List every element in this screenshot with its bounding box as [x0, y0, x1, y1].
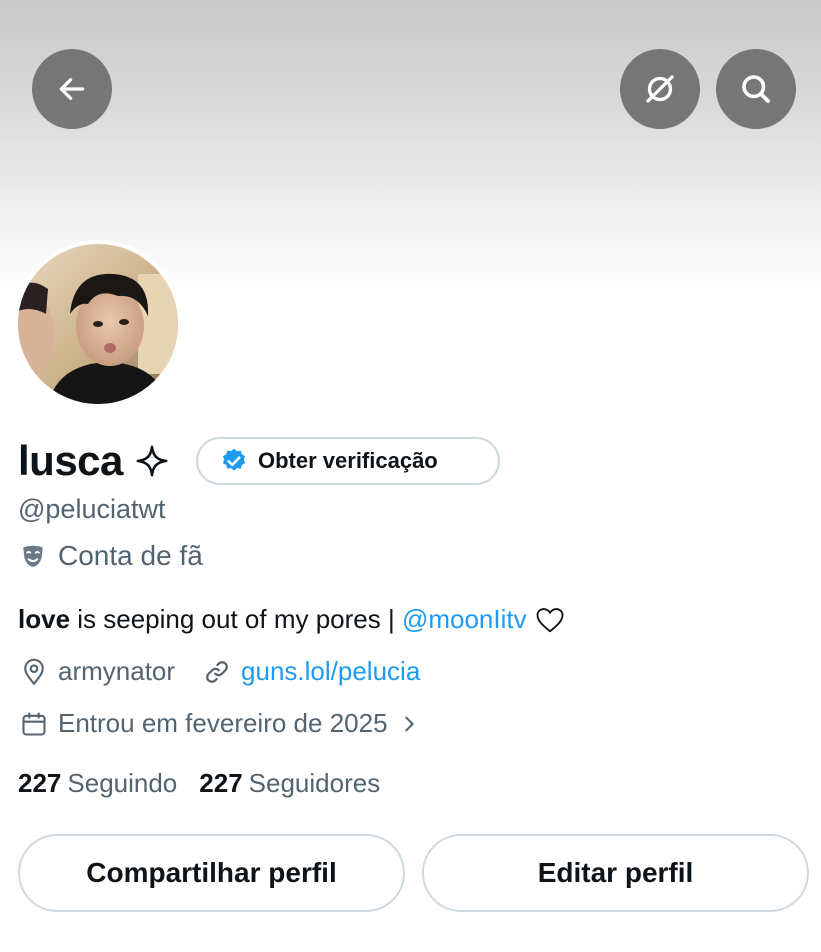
follow-stats: 227 Seguindo 227 Seguidores: [18, 768, 380, 799]
theater-mask-icon: [23, 545, 43, 567]
sparkle-icon: [135, 444, 169, 478]
back-arrow-icon: [59, 78, 85, 100]
avatar-photo: [18, 244, 178, 404]
profile-meta: armynator guns.lol/pelucia: [20, 656, 420, 687]
fan-account-text: Conta de fã: [58, 540, 203, 571]
join-date[interactable]: Entrou em fevereiro de 2025: [20, 708, 420, 739]
followers-label: Seguidores: [248, 768, 381, 798]
bio: love is seeping out of my pores | @moonI…: [18, 604, 565, 635]
name-row: lusca: [18, 434, 169, 488]
get-verified-button[interactable]: Obter verificação: [196, 437, 500, 485]
share-profile-button[interactable]: Compartilhar perfil: [18, 834, 405, 912]
edit-profile-button[interactable]: Editar perfil: [422, 834, 809, 912]
location-text: armynator: [58, 656, 176, 686]
bio-mention-link[interactable]: @moonIitv: [402, 604, 527, 635]
bio-bold: love: [18, 604, 71, 634]
following-label: Seguindo: [67, 768, 178, 798]
followers-count: 227: [199, 768, 243, 798]
search-icon: [742, 75, 770, 103]
location: armynator: [20, 656, 175, 687]
get-verified-label: Obter verificação: [258, 448, 438, 473]
calendar-icon: [22, 711, 46, 736]
following-count: 227: [18, 768, 62, 798]
verified-badge-icon: [222, 448, 246, 471]
search-button[interactable]: [716, 49, 796, 129]
translate-button[interactable]: [620, 49, 700, 129]
location-pin-icon: [24, 658, 44, 685]
join-date-text: Entrou em fevereiro de 2025: [58, 708, 388, 738]
followers-link[interactable]: 227 Seguidores: [199, 768, 380, 799]
heart-icon: [535, 606, 565, 634]
back-button[interactable]: [32, 49, 112, 129]
bio-text: is seeping out of my pores |: [70, 604, 402, 634]
avatar[interactable]: [14, 240, 182, 408]
fan-account-label: Conta de fã: [20, 540, 203, 572]
display-name: lusca: [18, 437, 123, 484]
following-link[interactable]: 227 Seguindo: [18, 768, 177, 799]
chevron-right-icon: [404, 716, 414, 731]
website-link[interactable]: guns.lol/pelucia: [241, 656, 420, 687]
website[interactable]: guns.lol/pelucia: [203, 656, 420, 687]
translate-icon: [646, 75, 674, 103]
link-icon: [206, 660, 228, 683]
username-handle: @peluciatwt: [18, 494, 166, 524]
